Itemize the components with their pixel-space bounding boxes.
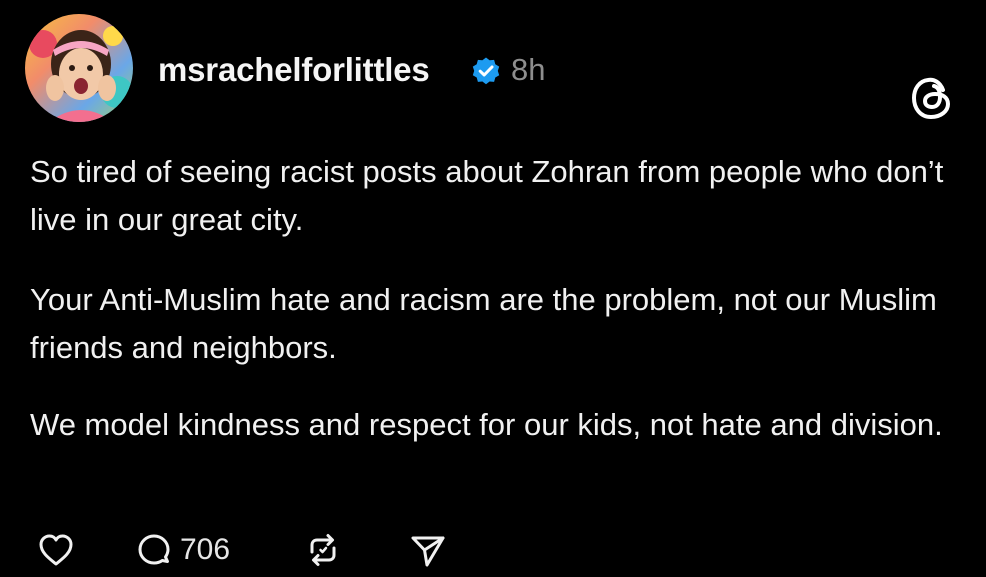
reply-count: 706 [180,533,231,566]
share-send-icon [411,536,445,567]
threads-logo-icon[interactable] [910,74,954,122]
post-timestamp: 8h [511,52,546,87]
reply-button[interactable]: 706 [134,528,230,572]
post-paragraph-1: So tired of seeing racist posts about Zo… [30,154,944,237]
avatar[interactable] [25,14,133,122]
like-button[interactable] [36,528,76,572]
post-paragraph-3: We model kindness and respect for our ki… [30,407,943,442]
comment-icon [138,534,170,565]
verified-badge-icon [471,56,501,86]
repost-button[interactable] [303,528,343,572]
post-paragraph-2: Your Anti-Muslim hate and racism are the… [30,282,937,365]
share-button[interactable] [408,528,448,572]
heart-icon [39,534,73,566]
repost-icon [310,534,336,566]
threads-post: msrachelforlittles 8h So tired of seeing… [0,0,986,577]
username[interactable]: msrachelforlittles [158,50,430,90]
